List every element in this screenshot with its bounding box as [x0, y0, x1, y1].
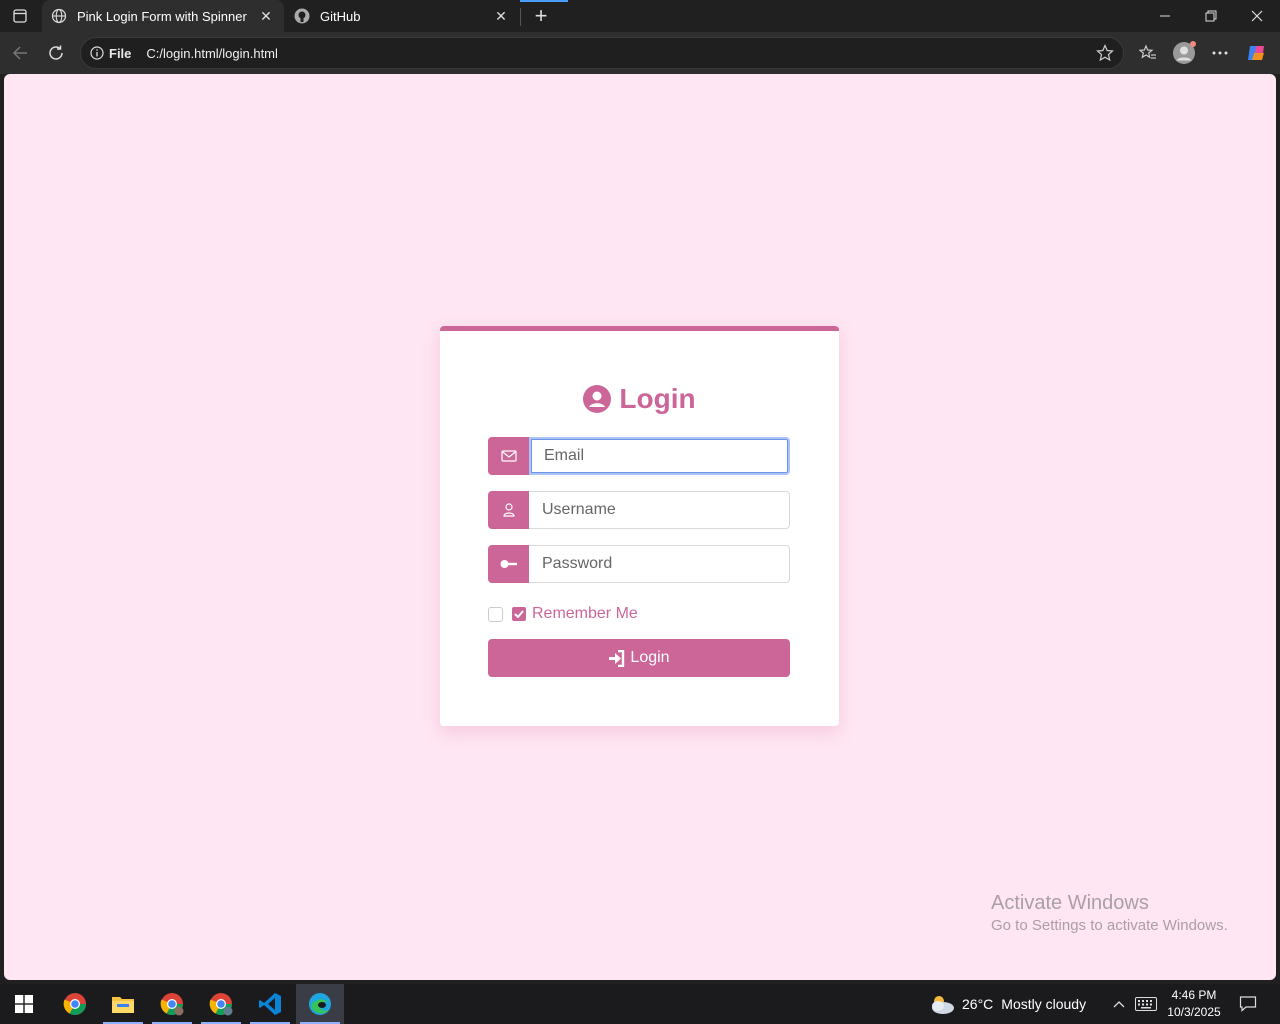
chevron-up-icon[interactable] [1108, 984, 1130, 1024]
login-button[interactable]: Login [488, 639, 790, 677]
file-explorer-icon[interactable] [99, 984, 147, 1024]
url-text[interactable]: C:/login.html/login.html [146, 46, 278, 61]
remember-me-label[interactable]: Remember Me [532, 605, 638, 623]
page-viewport: Login Remember Me [4, 74, 1276, 980]
remember-checkbox[interactable] [488, 606, 503, 622]
more-menu-icon[interactable] [1206, 39, 1234, 67]
refresh-icon[interactable] [42, 39, 70, 67]
chrome-profile-icon[interactable] [197, 984, 245, 1024]
github-icon [293, 7, 311, 25]
new-tab-icon[interactable]: + [528, 3, 554, 28]
favorites-icon[interactable] [1134, 39, 1162, 67]
clock-date: 10/3/2025 [1167, 1005, 1221, 1019]
chrome-profile-icon[interactable] [148, 984, 196, 1024]
email-field-group [488, 437, 790, 475]
restore-icon[interactable] [1188, 0, 1234, 32]
close-tab-icon[interactable]: ✕ [254, 4, 278, 28]
title-bar: Pink Login Form with Spinner ✕ GitHub ✕ … [0, 0, 1280, 32]
keyboard-icon[interactable] [1132, 984, 1160, 1024]
clock-time: 4:46 PM [1171, 988, 1217, 1002]
check-square-icon[interactable] [512, 607, 526, 621]
login-title: Login [619, 383, 696, 414]
profile-avatar-icon[interactable] [1170, 39, 1198, 67]
password-field-group [488, 545, 790, 583]
weather-temp: 26°C [962, 996, 994, 1012]
tab-pink-login[interactable]: Pink Login Form with Spinner ✕ [42, 0, 284, 32]
browser-toolbar: File C:/login.html/login.html [0, 32, 1280, 74]
minimize-icon[interactable] [1142, 0, 1188, 32]
watermark-subtitle: Go to Settings to activate Windows. [991, 917, 1228, 934]
tab-divider [520, 8, 521, 26]
remember-me-row: Remember Me [488, 603, 638, 625]
copilot-icon[interactable] [1243, 39, 1271, 67]
login-button-label: Login [630, 649, 670, 666]
close-window-icon[interactable] [1234, 0, 1280, 32]
tab-indicator [520, 0, 568, 2]
user-icon [488, 491, 529, 529]
globe-icon [50, 7, 68, 25]
key-icon [488, 545, 529, 583]
sign-in-icon [609, 649, 625, 667]
email-icon [488, 437, 529, 475]
tab-github[interactable]: GitHub ✕ [285, 0, 519, 32]
tab-title: Pink Login Form with Spinner [77, 8, 247, 24]
taskbar: 26°C Mostly cloudy 4:46 PM 10/3/2025 [0, 984, 1280, 1024]
vscode-icon[interactable] [246, 984, 294, 1024]
windows-start-icon[interactable] [0, 984, 48, 1024]
address-bar[interactable]: File C:/login.html/login.html [80, 37, 1124, 69]
username-input[interactable] [529, 491, 790, 529]
close-tab-icon[interactable]: ✕ [489, 4, 513, 28]
password-input[interactable] [529, 545, 790, 583]
activate-windows-watermark: Activate Windows Go to Settings to activ… [991, 892, 1228, 934]
tab-actions-icon[interactable] [8, 6, 32, 26]
watermark-title: Activate Windows [991, 892, 1149, 914]
user-circle-icon [583, 385, 612, 413]
login-heading: Login [440, 383, 839, 415]
partly-cloudy-icon [932, 996, 954, 1014]
notification-icon[interactable] [1234, 984, 1262, 1024]
back-icon[interactable] [6, 39, 34, 67]
email-input[interactable] [529, 437, 790, 475]
tab-title: GitHub [320, 8, 361, 24]
chrome-icon[interactable] [51, 984, 99, 1024]
favorite-star-icon[interactable] [1095, 43, 1115, 63]
edge-icon[interactable] [296, 984, 344, 1024]
username-field-group [488, 491, 790, 529]
info-icon[interactable] [89, 45, 105, 61]
url-scheme-label: File [109, 45, 132, 61]
login-card: Login Remember Me [440, 326, 839, 726]
weather-desc: Mostly cloudy [1001, 996, 1087, 1012]
taskbar-clock[interactable]: 4:46 PM 10/3/2025 [1164, 987, 1224, 1021]
weather-widget[interactable]: 26°C Mostly cloudy [928, 984, 1086, 1024]
